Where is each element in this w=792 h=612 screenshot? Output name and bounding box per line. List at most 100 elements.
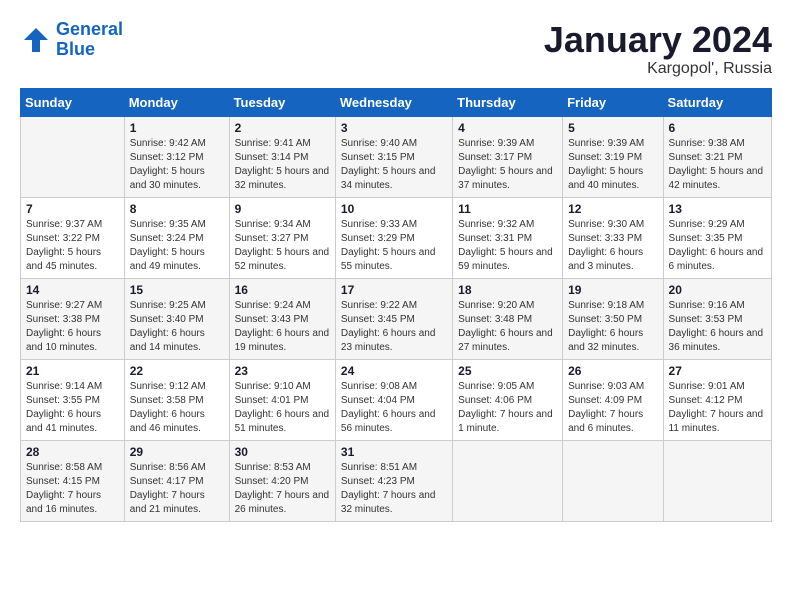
day-number: 27 — [669, 364, 766, 378]
day-number: 13 — [669, 202, 766, 216]
location-subtitle: Kargopol', Russia — [544, 60, 772, 78]
day-number: 29 — [130, 445, 224, 459]
day-cell — [453, 440, 563, 521]
day-info: Sunrise: 9:38 AMSunset: 3:21 PMDaylight:… — [669, 137, 766, 193]
day-number: 10 — [341, 202, 447, 216]
day-info: Sunrise: 8:56 AMSunset: 4:17 PMDaylight:… — [130, 461, 224, 517]
day-cell: 18 Sunrise: 9:20 AMSunset: 3:48 PMDayligh… — [453, 278, 563, 359]
calendar-body: 1Sunrise: 9:42 AMSunset: 3:12 PMDaylight… — [21, 116, 772, 521]
day-info: Sunrise: 9:34 AMSunset: 3:27 PMDaylight:… — [235, 218, 330, 274]
header-day-wednesday: Wednesday — [335, 88, 452, 116]
day-cell: 10 Sunrise: 9:33 AMSunset: 3:29 PMDayligh… — [335, 197, 452, 278]
month-title: January 2024 — [544, 20, 772, 60]
day-cell: 3 Sunrise: 9:40 AMSunset: 3:15 PMDaylight… — [335, 116, 452, 197]
day-cell — [663, 440, 771, 521]
day-number: 7 — [26, 202, 119, 216]
day-cell: 8 Sunrise: 9:35 AMSunset: 3:24 PMDaylight… — [124, 197, 229, 278]
day-info: Sunrise: 9:01 AMSunset: 4:12 PMDaylight:… — [669, 380, 766, 436]
header-day-saturday: Saturday — [663, 88, 771, 116]
day-info: Sunrise: 9:29 AMSunset: 3:35 PMDaylight:… — [669, 218, 766, 274]
day-info: Sunrise: 8:51 AMSunset: 4:23 PMDaylight:… — [341, 461, 447, 517]
header-day-sunday: Sunday — [21, 88, 125, 116]
calendar-table: SundayMondayTuesdayWednesdayThursdayFrid… — [20, 88, 772, 522]
day-cell: 16Sunrise: 9:24 AMSunset: 3:43 PMDayligh… — [229, 278, 335, 359]
day-cell — [563, 440, 663, 521]
day-number: 4 — [458, 121, 557, 135]
day-cell: 9 Sunrise: 9:34 AMSunset: 3:27 PMDaylight… — [229, 197, 335, 278]
day-cell: 24Sunrise: 9:08 AMSunset: 4:04 PMDayligh… — [335, 359, 452, 440]
day-number: 8 — [130, 202, 224, 216]
day-number: 21 — [26, 364, 119, 378]
header-day-thursday: Thursday — [453, 88, 563, 116]
day-number: 15 — [130, 283, 224, 297]
week-row-1: 7 Sunrise: 9:37 AMSunset: 3:22 PMDaylight… — [21, 197, 772, 278]
day-cell — [21, 116, 125, 197]
day-info: Sunrise: 9:24 AMSunset: 3:43 PMDaylight:… — [235, 299, 330, 355]
logo-line2: Blue — [56, 39, 95, 59]
week-row-0: 1Sunrise: 9:42 AMSunset: 3:12 PMDaylight… — [21, 116, 772, 197]
day-cell: 27 Sunrise: 9:01 AMSunset: 4:12 PMDayligh… — [663, 359, 771, 440]
day-cell: 22 Sunrise: 9:12 AMSunset: 3:58 PMDayligh… — [124, 359, 229, 440]
day-cell: 30 Sunrise: 8:53 AMSunset: 4:20 PMDayligh… — [229, 440, 335, 521]
day-info: Sunrise: 9:20 AMSunset: 3:48 PMDaylight:… — [458, 299, 557, 355]
day-number: 18 — [458, 283, 557, 297]
header-day-friday: Friday — [563, 88, 663, 116]
day-info: Sunrise: 8:53 AMSunset: 4:20 PMDaylight:… — [235, 461, 330, 517]
day-info: Sunrise: 9:27 AMSunset: 3:38 PMDaylight:… — [26, 299, 119, 355]
day-cell: 2Sunrise: 9:41 AMSunset: 3:14 PMDaylight… — [229, 116, 335, 197]
day-info: Sunrise: 9:16 AMSunset: 3:53 PMDaylight:… — [669, 299, 766, 355]
day-info: Sunrise: 9:10 AMSunset: 4:01 PMDaylight:… — [235, 380, 330, 436]
day-info: Sunrise: 9:37 AMSunset: 3:22 PMDaylight:… — [26, 218, 119, 274]
logo: General Blue — [20, 20, 123, 60]
day-info: Sunrise: 9:25 AMSunset: 3:40 PMDaylight:… — [130, 299, 224, 355]
day-info: Sunrise: 9:32 AMSunset: 3:31 PMDaylight:… — [458, 218, 557, 274]
day-cell: 1Sunrise: 9:42 AMSunset: 3:12 PMDaylight… — [124, 116, 229, 197]
day-info: Sunrise: 9:30 AMSunset: 3:33 PMDaylight:… — [568, 218, 657, 274]
day-number: 28 — [26, 445, 119, 459]
day-number: 30 — [235, 445, 330, 459]
day-number: 19 — [568, 283, 657, 297]
day-number: 25 — [458, 364, 557, 378]
day-number: 12 — [568, 202, 657, 216]
day-info: Sunrise: 9:39 AMSunset: 3:17 PMDaylight:… — [458, 137, 557, 193]
day-info: Sunrise: 9:03 AMSunset: 4:09 PMDaylight:… — [568, 380, 657, 436]
day-cell: 7 Sunrise: 9:37 AMSunset: 3:22 PMDaylight… — [21, 197, 125, 278]
day-info: Sunrise: 9:12 AMSunset: 3:58 PMDaylight:… — [130, 380, 224, 436]
day-number: 9 — [235, 202, 330, 216]
day-cell: 29 Sunrise: 8:56 AMSunset: 4:17 PMDayligh… — [124, 440, 229, 521]
day-cell: 26Sunrise: 9:03 AMSunset: 4:09 PMDayligh… — [563, 359, 663, 440]
day-number: 14 — [26, 283, 119, 297]
day-cell: 12 Sunrise: 9:30 AMSunset: 3:33 PMDayligh… — [563, 197, 663, 278]
day-cell: 15 Sunrise: 9:25 AMSunset: 3:40 PMDayligh… — [124, 278, 229, 359]
week-row-4: 28Sunrise: 8:58 AMSunset: 4:15 PMDayligh… — [21, 440, 772, 521]
day-info: Sunrise: 9:05 AMSunset: 4:06 PMDaylight:… — [458, 380, 557, 436]
day-info: Sunrise: 9:14 AMSunset: 3:55 PMDaylight:… — [26, 380, 119, 436]
day-number: 5 — [568, 121, 657, 135]
day-number: 3 — [341, 121, 447, 135]
day-info: Sunrise: 9:40 AMSunset: 3:15 PMDaylight:… — [341, 137, 447, 193]
day-cell: 4 Sunrise: 9:39 AMSunset: 3:17 PMDaylight… — [453, 116, 563, 197]
calendar-header: SundayMondayTuesdayWednesdayThursdayFrid… — [21, 88, 772, 116]
day-cell: 11 Sunrise: 9:32 AMSunset: 3:31 PMDayligh… — [453, 197, 563, 278]
day-info: Sunrise: 9:35 AMSunset: 3:24 PMDaylight:… — [130, 218, 224, 274]
day-cell: 23 Sunrise: 9:10 AMSunset: 4:01 PMDayligh… — [229, 359, 335, 440]
day-number: 2 — [235, 121, 330, 135]
header-day-tuesday: Tuesday — [229, 88, 335, 116]
day-cell: 6Sunrise: 9:38 AMSunset: 3:21 PMDaylight… — [663, 116, 771, 197]
day-number: 11 — [458, 202, 557, 216]
day-cell: 28Sunrise: 8:58 AMSunset: 4:15 PMDayligh… — [21, 440, 125, 521]
day-cell: 20 Sunrise: 9:16 AMSunset: 3:53 PMDayligh… — [663, 278, 771, 359]
title-block: January 2024 Kargopol', Russia — [544, 20, 772, 78]
day-number: 22 — [130, 364, 224, 378]
day-number: 20 — [669, 283, 766, 297]
day-cell: 25 Sunrise: 9:05 AMSunset: 4:06 PMDayligh… — [453, 359, 563, 440]
header-row: SundayMondayTuesdayWednesdayThursdayFrid… — [21, 88, 772, 116]
day-info: Sunrise: 9:08 AMSunset: 4:04 PMDaylight:… — [341, 380, 447, 436]
day-cell: 17Sunrise: 9:22 AMSunset: 3:45 PMDayligh… — [335, 278, 452, 359]
day-cell: 31Sunrise: 8:51 AMSunset: 4:23 PMDayligh… — [335, 440, 452, 521]
day-info: Sunrise: 9:22 AMSunset: 3:45 PMDaylight:… — [341, 299, 447, 355]
week-row-2: 14 Sunrise: 9:27 AMSunset: 3:38 PMDayligh… — [21, 278, 772, 359]
day-info: Sunrise: 9:33 AMSunset: 3:29 PMDaylight:… — [341, 218, 447, 274]
day-number: 23 — [235, 364, 330, 378]
day-cell: 14 Sunrise: 9:27 AMSunset: 3:38 PMDayligh… — [21, 278, 125, 359]
